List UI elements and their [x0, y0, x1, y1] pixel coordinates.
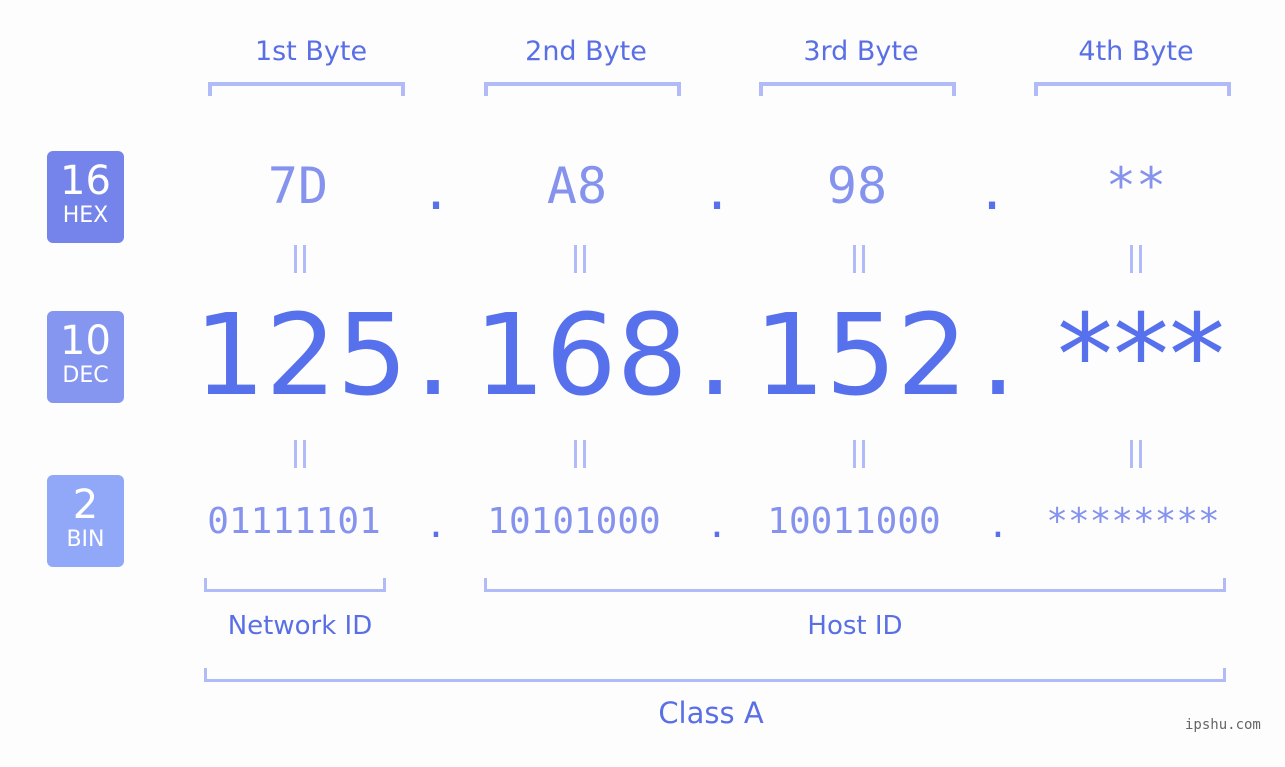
byte-bracket-1 [208, 82, 405, 96]
hex-separator-2: . [701, 163, 733, 221]
hex-separator-1: . [420, 163, 452, 221]
dec-badge: 10 DEC [47, 311, 124, 403]
class-bracket [204, 668, 1226, 682]
bin-octet-1: 01111101 [207, 501, 381, 542]
dec-separator-3: . [980, 291, 1016, 421]
equals-icon [560, 245, 600, 282]
dec-badge-number: 10 [60, 318, 111, 364]
equals-icon [280, 440, 320, 477]
bin-separator-3: . [987, 505, 1009, 546]
hex-octet-2: A8 [546, 157, 608, 215]
network-id-label: Network ID [227, 611, 373, 641]
equals-icon [1116, 245, 1156, 282]
bin-badge: 2 BIN [47, 475, 124, 567]
hex-octet-3: 98 [826, 157, 888, 215]
bin-badge-label: BIN [66, 527, 105, 552]
hex-separator-3: . [976, 163, 1008, 221]
hex-octet-1: 7D [267, 157, 329, 215]
equals-icon [839, 440, 879, 477]
network-id-bracket [204, 578, 386, 592]
byte-bracket-2 [484, 82, 681, 96]
watermark: ipshu.com [1185, 717, 1261, 733]
hex-badge: 16 HEX [47, 151, 124, 243]
equals-icon [560, 440, 600, 477]
host-id-label: Host ID [807, 611, 903, 641]
byte-header-1: 1st Byte [254, 36, 368, 67]
hex-octet-4: ** [1105, 157, 1167, 215]
dec-badge-label: DEC [62, 363, 109, 388]
bin-octet-2: 10101000 [487, 501, 661, 542]
byte-header-2: 2nd Byte [525, 36, 647, 67]
bin-separator-1: . [425, 505, 447, 546]
bin-separator-2: . [706, 505, 728, 546]
byte-header-4: 4th Byte [1078, 36, 1194, 67]
dec-separator-1: . [415, 291, 451, 421]
class-label: Class A [658, 696, 764, 730]
equals-icon [839, 245, 879, 282]
host-id-bracket [484, 578, 1226, 592]
bin-octet-4: ******** [1046, 501, 1220, 542]
dec-octet-4: *** [1057, 291, 1225, 421]
equals-icon [1116, 440, 1156, 477]
hex-badge-number: 16 [60, 158, 111, 204]
byte-bracket-3 [759, 82, 956, 96]
byte-header-3: 3rd Byte [803, 36, 919, 67]
byte-bracket-4 [1034, 82, 1231, 96]
hex-badge-label: HEX [62, 203, 109, 228]
equals-icon [280, 245, 320, 282]
dec-separator-2: . [697, 291, 733, 421]
dec-octet-2: 168 [474, 291, 688, 421]
dec-octet-3: 152 [754, 291, 968, 421]
dec-octet-1: 125 [194, 291, 408, 421]
bin-badge-number: 2 [72, 482, 99, 528]
bin-octet-3: 10011000 [767, 501, 941, 542]
